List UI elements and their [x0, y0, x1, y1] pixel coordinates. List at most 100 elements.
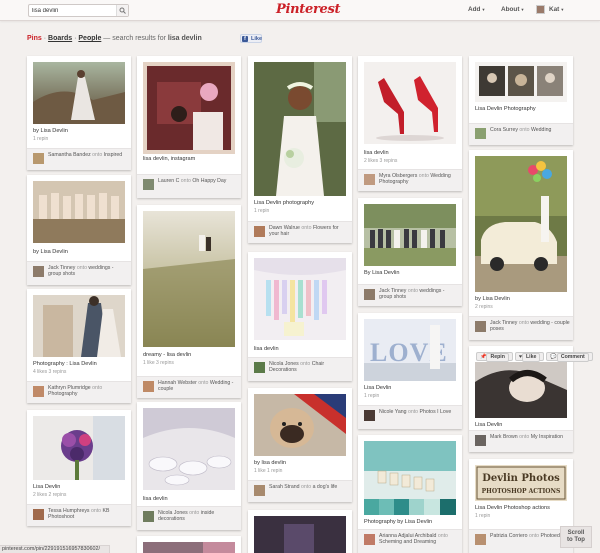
facebook-like-button[interactable]: f Like	[240, 34, 262, 43]
pin-card[interactable]: By Lisa Devlin Jack Tinney onto weddings…	[358, 198, 462, 306]
pin-image[interactable]	[254, 516, 346, 553]
user-avatar[interactable]	[254, 362, 265, 373]
pin-stats: 1 repin	[475, 513, 491, 519]
pinner-name[interactable]: Nicole Yang	[379, 409, 407, 415]
pinner-name[interactable]: Sarah Strand	[269, 484, 300, 490]
pin-description: Lisa Devlin	[475, 422, 503, 428]
pin-card[interactable]: Photography : Lisa Devlin 4 likes 3 repi…	[27, 289, 131, 403]
pin-image[interactable]	[254, 258, 346, 340]
pin-card[interactable]	[248, 510, 352, 553]
user-avatar[interactable]	[364, 534, 375, 545]
pin-card[interactable]: lisa devlin, instagram Lauren C onto Oh …	[137, 56, 241, 198]
board-name[interactable]: Wedding	[531, 127, 551, 133]
pin-attribution: Myra Olsbergers onto Wedding Photography	[358, 169, 462, 191]
user-avatar[interactable]	[475, 128, 486, 139]
user-avatar[interactable]	[536, 5, 545, 14]
pin-image[interactable]	[364, 62, 456, 144]
filter-people[interactable]: People	[78, 35, 101, 42]
pin-image[interactable]	[475, 362, 567, 418]
user-avatar[interactable]	[33, 266, 44, 277]
user-avatar[interactable]	[143, 511, 154, 522]
pinner-name[interactable]: Cora Surrey	[490, 127, 518, 133]
pin-card[interactable]: Lisa Devlin Photography Cora Surrey onto…	[469, 56, 573, 145]
board-name[interactable]: Photos I Love	[420, 409, 452, 415]
pin-image[interactable]	[143, 542, 235, 553]
pin-description: by lisa devlin	[254, 460, 287, 466]
pin-card[interactable]: Devlin Photos PHOTOSHOP ACTIONS Lisa Devl…	[469, 459, 573, 553]
pin-image[interactable]	[33, 62, 125, 124]
pin-image[interactable]	[475, 62, 567, 102]
pin-image[interactable]	[254, 394, 346, 456]
pin-image[interactable]	[143, 62, 235, 154]
user-avatar[interactable]	[254, 226, 265, 237]
search-button[interactable]	[116, 5, 128, 16]
pinner-name[interactable]: Patrizia Corriero	[490, 533, 527, 539]
pin-card[interactable]: Lisa Devlin 2 likes 2 repins Tessa Humph…	[27, 410, 131, 526]
pin-card[interactable]: dreamy - lisa devlin 1 like 3 repins Han…	[137, 205, 241, 398]
pin-image[interactable]	[143, 211, 235, 347]
board-name[interactable]: Inspired	[104, 152, 122, 158]
pin-attribution: Nicola Jones onto Chair Decorations	[248, 357, 352, 381]
pin-card[interactable]	[137, 536, 241, 553]
pin-image[interactable]	[33, 416, 125, 480]
pin-attribution: Patrizia Corriero onto Photoediting	[469, 529, 573, 553]
filter-boards[interactable]: Boards	[48, 35, 72, 42]
pin-image[interactable]: Devlin Photos PHOTOSHOP ACTIONS	[475, 465, 567, 501]
pinner-name[interactable]: Samantha Bandez	[48, 152, 91, 158]
board-name[interactable]: My Inspiration	[531, 434, 563, 440]
board-name[interactable]: Oh Happy Day	[192, 178, 226, 184]
user-avatar[interactable]	[143, 381, 154, 392]
pin-image[interactable]	[364, 441, 456, 515]
user-avatar[interactable]	[33, 509, 44, 520]
board-name[interactable]: Scheming and Dreaming	[379, 539, 436, 545]
pin-description: Lisa Devlin Photoshop actions	[475, 505, 550, 511]
attr-verb: onto	[528, 533, 540, 539]
search-input[interactable]	[29, 5, 117, 16]
search-results-label: — search results for	[101, 35, 168, 42]
pin-card[interactable]: lisa devlin 2 likes 3 repins Myra Olsber…	[358, 56, 462, 191]
user-avatar[interactable]	[143, 179, 154, 190]
user-menu[interactable]: Kat▼	[549, 6, 564, 13]
pin-card[interactable]: by Lisa Devlin 2 repins Jack Tinney onto…	[469, 150, 573, 340]
pin-card[interactable]: by Lisa Devlin 1 repin Samantha Bandez o…	[27, 56, 131, 170]
scroll-to-top-button[interactable]: Scroll to Top	[560, 526, 592, 548]
pin-attribution: Samantha Bandez onto Inspired	[27, 148, 131, 170]
pinner-name[interactable]: Mark Brown	[490, 434, 518, 440]
pin-card[interactable]: by lisa devlin 1 like 1 repin Sarah Stra…	[248, 388, 352, 502]
repin-button[interactable]: 📌 Repin	[476, 352, 513, 362]
board-name[interactable]: a dog's life	[313, 484, 338, 490]
add-menu[interactable]: Add▼	[468, 6, 485, 13]
pinner-name[interactable]: Lauren C	[158, 178, 179, 184]
about-menu[interactable]: About▼	[501, 6, 524, 13]
user-avatar[interactable]	[33, 386, 44, 397]
pinterest-logo[interactable]: Pinterest	[276, 2, 340, 17]
pin-image[interactable]	[143, 408, 235, 490]
like-button[interactable]: ♥ Like	[514, 352, 545, 362]
pin-image[interactable]	[254, 62, 346, 196]
user-avatar[interactable]	[475, 435, 486, 446]
user-avatar[interactable]	[364, 289, 375, 300]
comment-button[interactable]: 💬 Comment	[546, 352, 593, 362]
pin-card[interactable]: lisa devlin Nicola Jones onto inside dec…	[137, 402, 241, 530]
pin-image[interactable]	[33, 181, 125, 243]
board-name[interactable]: Photography	[48, 391, 77, 397]
pin-stats: 2 repins	[475, 304, 493, 310]
attr-verb: onto	[198, 380, 209, 386]
pin-stats: 1 like 1 repin	[254, 468, 283, 474]
pin-image[interactable]: LOVE	[364, 319, 456, 381]
pin-image[interactable]	[364, 204, 456, 266]
pin-card[interactable]: LOVE Lisa Devlin 1 repin Nicole Yang ont…	[358, 313, 462, 429]
pin-card[interactable]: Photography by Lisa Devlin Arianna Adjal…	[358, 435, 462, 553]
pin-card[interactable]: lisa devlin Nicola Jones onto Chair Deco…	[248, 252, 352, 381]
filter-pins[interactable]: Pins	[27, 35, 42, 42]
pin-image[interactable]	[33, 295, 125, 357]
user-avatar[interactable]	[475, 321, 486, 332]
user-avatar[interactable]	[364, 410, 375, 421]
user-avatar[interactable]	[254, 485, 265, 496]
user-avatar[interactable]	[475, 534, 486, 545]
user-avatar[interactable]	[364, 174, 375, 185]
user-avatar[interactable]	[33, 153, 44, 164]
pin-card[interactable]: by Lisa Devlin Jack Tinney onto weddings…	[27, 175, 131, 285]
pin-card[interactable]: Lisa Devlin photography 1 repin Dawn Wal…	[248, 56, 352, 243]
pin-image[interactable]	[475, 156, 567, 292]
